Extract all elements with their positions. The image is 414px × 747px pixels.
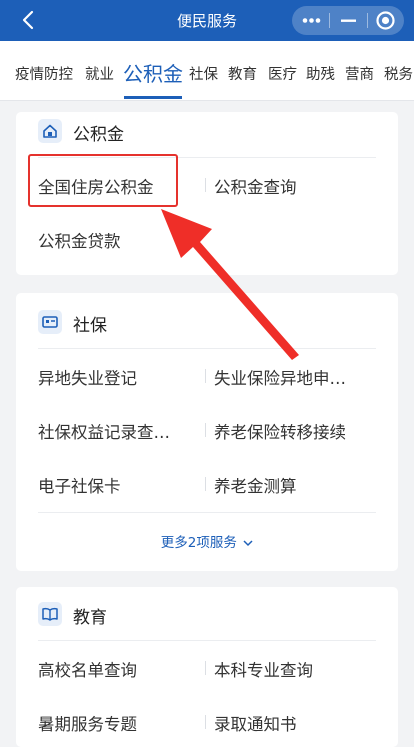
service-electronic-social-security-card[interactable]: 电子社保卡 [38, 473, 121, 497]
active-tab-indicator [124, 96, 182, 99]
more-services-link[interactable]: 更多2项服务 [16, 531, 398, 551]
social-security-card: 社保 异地失业登记 失业保险异地申… 社保权益记录查… 养老保险转移接续 电子社… [16, 293, 398, 571]
section-divider [38, 640, 376, 641]
tab-employment[interactable]: 就业 [85, 63, 114, 84]
more-dots-icon[interactable] [292, 6, 329, 35]
tab-epidemic[interactable]: 疫情防控 [15, 63, 73, 84]
column-divider [205, 661, 206, 675]
column-divider [205, 178, 206, 192]
section-divider [38, 348, 376, 349]
service-admission-notice[interactable]: 录取通知书 [214, 711, 297, 735]
service-university-list-query[interactable]: 高校名单查询 [38, 657, 137, 681]
mini-program-capsule [292, 6, 404, 35]
more-services-label: 更多2项服务 [160, 535, 237, 551]
column-divider [205, 477, 206, 491]
tab-social-security[interactable]: 社保 [189, 63, 218, 84]
service-pension-transfer[interactable]: 养老保险转移接续 [214, 419, 346, 443]
column-divider [205, 423, 206, 437]
service-unemployment-insurance-remote-apply[interactable]: 失业保险异地申… [214, 365, 346, 389]
column-divider [205, 715, 206, 729]
close-target-icon[interactable] [367, 6, 404, 35]
service-housing-fund-query[interactable]: 公积金查询 [214, 174, 297, 198]
tab-tax[interactable]: 税务 [384, 63, 413, 84]
book-icon [38, 602, 62, 626]
tab-disability-aid[interactable]: 助残 [306, 63, 335, 84]
service-undergraduate-major-query[interactable]: 本科专业查询 [214, 657, 313, 681]
highlight-box [28, 154, 178, 207]
tab-housing-fund[interactable]: 公积金 [123, 58, 183, 87]
minimize-icon[interactable] [330, 6, 367, 35]
tab-business[interactable]: 营商 [345, 63, 374, 84]
tab-education[interactable]: 教育 [228, 63, 257, 84]
education-card: 教育 高校名单查询 本科专业查询 暑期服务专题 录取通知书 [16, 587, 398, 747]
service-remote-unemployment-registration[interactable]: 异地失业登记 [38, 365, 137, 389]
service-housing-fund-loan[interactable]: 公积金贷款 [38, 228, 121, 252]
service-social-security-record-query[interactable]: 社保权益记录查… [38, 419, 170, 443]
tab-medical[interactable]: 医疗 [268, 63, 297, 84]
service-pension-calculator[interactable]: 养老金测算 [214, 473, 297, 497]
column-divider [205, 369, 206, 383]
chevron-down-icon [243, 540, 253, 547]
category-tabs: 疫情防控 就业 公积金 社保 教育 医疗 助残 营商 税务 [0, 41, 414, 101]
id-card-icon [38, 310, 62, 334]
section-title: 公积金 [73, 125, 124, 145]
service-summer-services[interactable]: 暑期服务专题 [38, 711, 137, 735]
title-bar: 便民服务 [0, 0, 414, 41]
section-title: 社保 [73, 316, 107, 336]
house-icon [38, 119, 62, 143]
section-title: 教育 [73, 608, 107, 628]
section-divider [38, 512, 376, 513]
